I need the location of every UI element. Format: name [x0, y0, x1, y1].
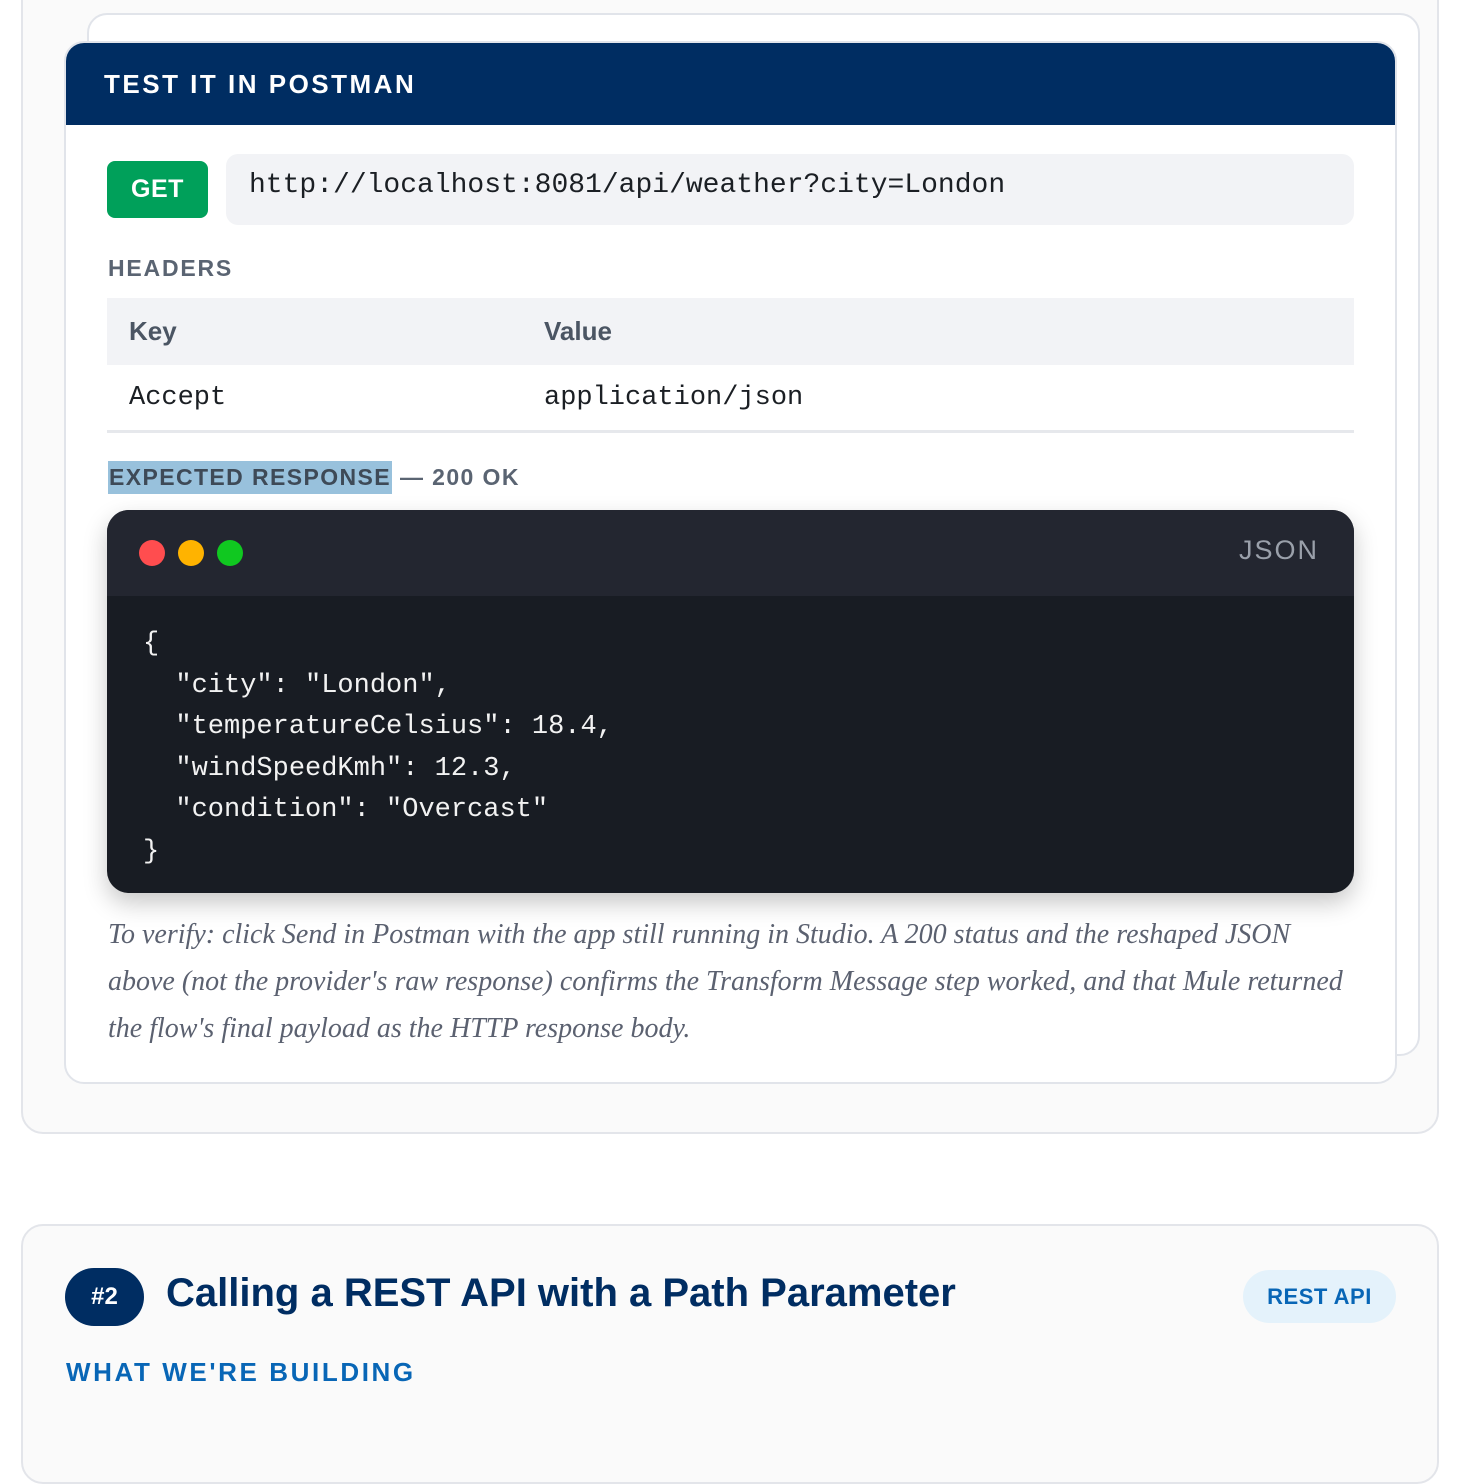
headers-label: HEADERS — [108, 255, 234, 281]
section-number-badge: #2 — [65, 1268, 144, 1326]
response-status: — 200 OK — [399, 463, 520, 490]
category-tag: REST API — [1243, 1270, 1396, 1323]
postman-title: TEST IT IN POSTMAN — [104, 68, 417, 99]
red-dot-icon — [139, 540, 165, 566]
postman-panel-content: TEST IT IN POSTMAN GET http://localhost:… — [64, 41, 1397, 1084]
expected-response-label: EXPECTED RESPONSE — 200 OK — [108, 459, 520, 495]
http-method-badge: GET — [107, 161, 208, 218]
postman-header: TEST IT IN POSTMAN — [66, 43, 1395, 125]
code-language-label: JSON — [1238, 535, 1319, 565]
green-dot-icon — [217, 540, 243, 566]
headers-table: Key Value Accept application/json — [107, 298, 1354, 433]
json-code-block: { "city": "London", "temperatureCelsius"… — [143, 629, 613, 867]
column-header-value: Value — [522, 298, 1354, 365]
header-value-cell: application/json — [522, 365, 1354, 433]
verify-note: To verify: click Send in Postman with th… — [108, 919, 1343, 1044]
code-window-titlebar: JSON — [107, 510, 1354, 596]
selected-text-highlight[interactable]: EXPECTED RESPONSE — [108, 460, 392, 494]
section-title: Calling a REST API with a Path Parameter — [166, 1271, 956, 1315]
yellow-dot-icon — [178, 540, 204, 566]
column-header-key: Key — [107, 298, 522, 365]
request-url[interactable]: http://localhost:8081/api/weather?city=L… — [226, 154, 1354, 225]
header-key-cell: Accept — [107, 365, 522, 433]
table-row: Accept application/json — [107, 365, 1354, 433]
what-building-heading: WHAT WE'RE BUILDING — [66, 1357, 416, 1387]
code-window: JSON { "city": "London", "temperatureCel… — [107, 510, 1354, 893]
example-card-2: #2 Calling a REST API with a Path Parame… — [21, 1224, 1439, 1484]
